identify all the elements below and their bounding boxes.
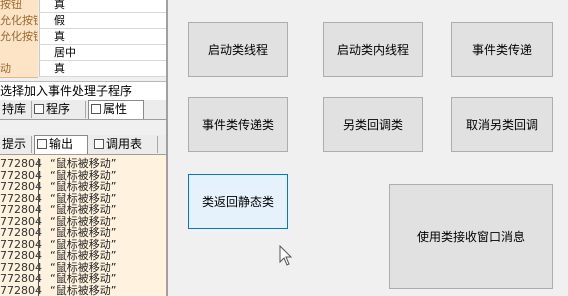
property-name: [0, 45, 38, 62]
top-tab-bar: 持库 程序 属性: [0, 100, 166, 120]
tab-output-label: 输出: [49, 137, 74, 151]
tab-properties-label: 属性: [103, 102, 128, 116]
output-row-value: “鼠标被移动”: [50, 283, 117, 296]
property-row[interactable]: 居中: [0, 45, 166, 62]
property-name: 允化按钮: [0, 13, 38, 30]
receive-window-message-button[interactable]: 使用类接收窗口消息: [389, 184, 553, 289]
property-value[interactable]: 真: [39, 0, 166, 13]
tab-support-library[interactable]: 持库: [0, 101, 32, 118]
tab-hint[interactable]: 提示: [0, 136, 32, 153]
property-name: 按钮: [0, 0, 38, 14]
tab-call-table[interactable]: 调用表: [92, 136, 158, 153]
tab-output[interactable]: 输出: [34, 135, 88, 154]
output-row-separator: [38, 284, 39, 296]
output-row-id: 772804: [0, 283, 42, 296]
program-icon: [34, 104, 44, 114]
other-callback-button[interactable]: 另类回调类: [323, 97, 423, 152]
property-value[interactable]: 居中: [39, 45, 166, 61]
call-table-icon: [94, 139, 104, 149]
tab-properties[interactable]: 属性: [88, 100, 144, 119]
output-icon: [37, 139, 47, 149]
property-row[interactable]: 动真: [0, 61, 166, 78]
property-icon: [91, 104, 101, 114]
callback-static-button[interactable]: 类返回静态类: [188, 174, 288, 229]
property-value[interactable]: 真: [39, 61, 166, 77]
property-row[interactable]: 允化按钮假: [0, 13, 166, 30]
output-panel[interactable]: 772804 “鼠标被移动” 772804 “鼠标被移动” 772804 “鼠标被移动” 7…: [0, 155, 166, 296]
cancel-other-callback-button[interactable]: 取消另类回调: [451, 97, 553, 152]
property-name: 动: [0, 61, 38, 78]
tab-hint-label: 提示: [2, 137, 27, 151]
property-name: 允化按钮: [0, 29, 38, 46]
output-row: 772804 “鼠标被移动”: [0, 283, 166, 296]
property-row[interactable]: 允化按钮真: [0, 29, 166, 46]
tab-support-library-label: 持库: [2, 102, 27, 116]
property-value[interactable]: 真: [39, 29, 166, 45]
ide-left-panel: 按钮真允化按钮假允化按钮真居中动真 选择加入事件处理子程序 持库 程序 属性 提…: [0, 0, 166, 296]
tab-call-table-label: 调用表: [106, 137, 143, 151]
start-thread-button[interactable]: 启动类线程: [188, 22, 288, 77]
property-value[interactable]: 假: [39, 13, 166, 29]
event-pass-class-button[interactable]: 事件类传递类: [188, 97, 288, 152]
tab-program-label: 程序: [46, 102, 71, 116]
mouse-cursor-icon: [279, 245, 293, 266]
form-window: 启动类线程 启动类内线程 事件类传递 事件类传递类 另类回调类 取消另类回调 类…: [168, 0, 568, 296]
property-row[interactable]: 按钮真: [0, 0, 166, 14]
tab-program[interactable]: 程序: [32, 101, 86, 118]
bottom-tab-bar: 提示 输出 调用表: [0, 135, 166, 155]
event-pass-button[interactable]: 事件类传递: [451, 22, 553, 77]
start-inner-thread-button[interactable]: 启动类内线程: [323, 22, 423, 77]
event-hint-text: 选择加入事件处理子程序: [0, 81, 166, 100]
